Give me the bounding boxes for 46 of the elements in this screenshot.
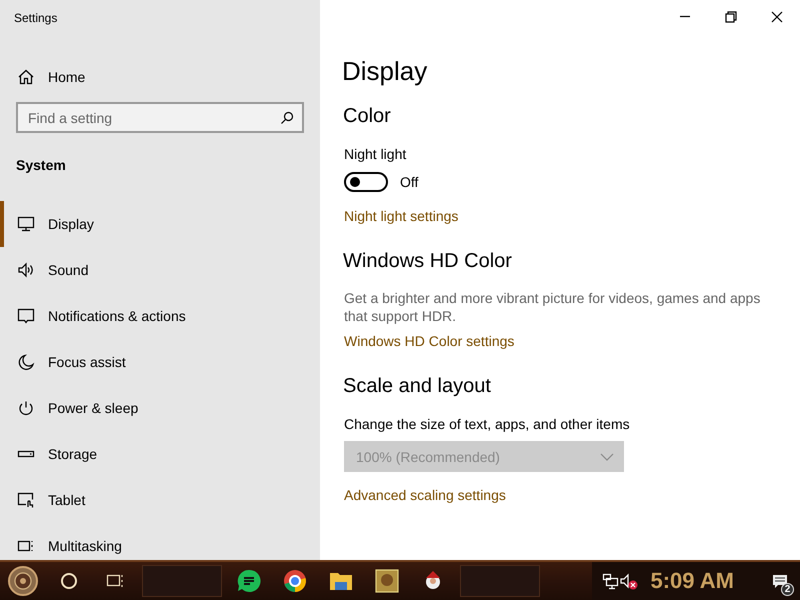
sidebar-item[interactable]: Sound [0, 247, 320, 293]
window-title: Settings [14, 11, 58, 25]
network-monitor-icon[interactable] [602, 572, 620, 590]
chat-bubble-icon[interactable] [237, 569, 261, 593]
restore-icon [725, 11, 737, 23]
search-field[interactable]: Find a setting [16, 102, 304, 133]
settings-link[interactable]: Windows HD Color settings [344, 333, 514, 349]
task-view-icon[interactable] [106, 572, 124, 590]
section-heading: System [16, 157, 66, 173]
notification-count: 2 [781, 583, 794, 596]
chevron-down-icon [600, 452, 614, 460]
gear-start-icon[interactable] [7, 565, 39, 597]
home-icon [17, 69, 35, 85]
sidebar-item[interactable]: Focus assist [0, 339, 320, 385]
setting-label: Night light [344, 146, 406, 162]
sidebar-item[interactable]: Storage [0, 431, 320, 477]
power-icon [17, 400, 35, 416]
toggle-state-label: Off [400, 174, 418, 190]
speaker-icon [17, 262, 35, 278]
clock[interactable]: 5:09 AM [638, 568, 760, 594]
notification-button[interactable]: 2 [760, 562, 800, 600]
page-title: Display [342, 56, 428, 87]
muted-speaker-icon[interactable] [620, 572, 638, 590]
section-heading: Windows HD Color [343, 250, 512, 273]
sidebar-item[interactable]: Tablet [0, 477, 320, 523]
sidebar-item[interactable]: Notifications & actions [0, 293, 320, 339]
close-icon [771, 11, 783, 23]
setting-label: Change the size of text, apps, and other items [344, 416, 630, 432]
search-circle-icon[interactable] [60, 572, 78, 590]
section-heading: Scale and layout [343, 375, 491, 398]
task-view-icon [17, 538, 35, 554]
settings-link[interactable]: Advanced scaling settings [344, 487, 506, 503]
settings-link[interactable]: Night light settings [344, 208, 458, 224]
sidebar-item[interactable]: Power & sleep [0, 385, 320, 431]
toggle-switch[interactable] [344, 172, 388, 192]
moon-icon [17, 354, 35, 370]
browser-circle-icon[interactable] [283, 569, 307, 593]
sidebar-item[interactable]: Multitasking [0, 523, 320, 560]
description-text: Get a brighter and more vibrant picture for videos, games and apps that support HDR. [344, 289, 762, 325]
section-heading: Color [343, 105, 391, 128]
tablet-icon [17, 492, 35, 508]
monitor-icon [17, 216, 35, 232]
game-tile-icon[interactable] [375, 569, 399, 593]
home-nav-item[interactable]: Home [17, 69, 86, 85]
speech-bubble-icon [17, 308, 35, 324]
search-icon [280, 111, 294, 125]
